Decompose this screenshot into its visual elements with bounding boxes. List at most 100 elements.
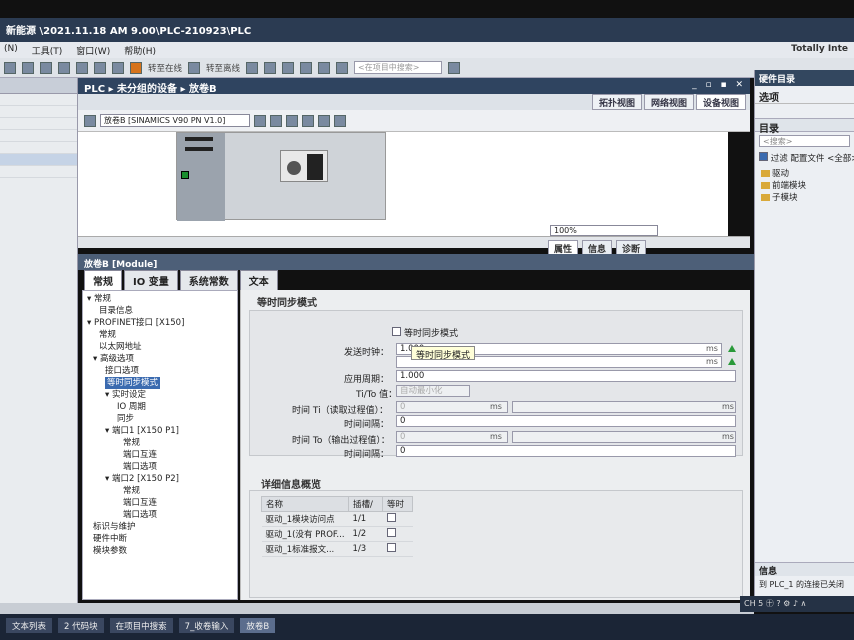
tab-device-view[interactable]: 设备视图 (695, 94, 746, 110)
nav-item[interactable]: 模块参数 (85, 545, 235, 557)
options-header[interactable]: 选项 (755, 86, 854, 104)
task-winder-input[interactable]: 7_收卷输入 (178, 618, 235, 633)
zoom-select[interactable]: 100% (550, 225, 658, 236)
column-header-name[interactable]: 名称 (260, 496, 350, 512)
goto-arrow-icon[interactable] (728, 358, 736, 365)
menu-item-help[interactable]: 帮助(H) (124, 44, 156, 57)
tree-row[interactable] (0, 94, 77, 106)
nav-item[interactable]: ▾ 实时设定 (85, 389, 235, 401)
go-offline-button[interactable]: 转至离线 (206, 62, 240, 74)
catalog-item[interactable]: 驱动 (755, 166, 854, 179)
table-icon[interactable] (318, 114, 330, 127)
row-iso-checkbox[interactable] (382, 541, 413, 557)
download-icon[interactable] (94, 61, 106, 74)
show-modules-icon[interactable] (270, 114, 282, 127)
servo-drive-icon[interactable] (280, 150, 328, 182)
filter-checkbox[interactable] (759, 152, 768, 161)
nav-item[interactable]: 端口选项 (85, 509, 235, 521)
task-unwinder-b[interactable]: 放卷B (240, 618, 276, 633)
device-selector[interactable]: 放卷B [SINAMICS V90 PN V1.0] (100, 114, 250, 127)
upload-icon[interactable] (112, 61, 124, 74)
goto-arrow-icon[interactable] (728, 345, 736, 352)
stop-cpu-icon[interactable] (282, 61, 295, 74)
tree-row-selected[interactable] (0, 154, 77, 166)
go-online-icon[interactable] (130, 61, 142, 74)
copy-icon[interactable] (40, 61, 52, 74)
tab-network-view[interactable]: 网络视图 (643, 94, 694, 110)
task-project-search[interactable]: 在项目中搜索 (109, 618, 173, 633)
ti-interval-field[interactable]: 0 (396, 415, 736, 427)
go-online-button[interactable]: 转至在线 (148, 62, 182, 74)
task-code-block[interactable]: 2 代码块 (58, 618, 104, 633)
catalog-search-input[interactable]: <搜索> (759, 135, 850, 147)
nav-item[interactable]: 端口互连 (85, 497, 235, 509)
split-h-icon[interactable] (318, 61, 331, 74)
go-offline-icon[interactable] (188, 61, 201, 74)
to-interval-field[interactable]: 0 (396, 445, 736, 457)
device-rack[interactable] (176, 132, 386, 221)
print-icon[interactable] (22, 61, 34, 74)
row-iso-checkbox[interactable] (382, 511, 413, 527)
nav-item[interactable]: 同步 (85, 413, 235, 425)
tree-row[interactable] (0, 130, 77, 142)
task-text-list[interactable]: 文本列表 (6, 618, 53, 633)
device-canvas[interactable]: 100% (78, 132, 728, 236)
menu-item-tools[interactable]: 工具(T) (32, 44, 63, 57)
column-header-slot[interactable]: 插槽/ (348, 496, 384, 512)
tab-topology-view[interactable]: 拓扑视图 (591, 94, 642, 110)
nav-item[interactable]: ▾ PROFINET接口 [X150] (85, 317, 235, 329)
config-file-select[interactable]: <全部> (827, 154, 854, 164)
tab-general[interactable]: 常规 (84, 270, 122, 290)
tab-texts[interactable]: 文本 (239, 270, 278, 290)
table-row[interactable]: 驱动_1模块访问点 1/1 (261, 511, 413, 527)
catalog-item[interactable]: 子模块 (755, 190, 854, 203)
nav-item[interactable]: 常规 (85, 329, 235, 341)
menu-item-n[interactable]: (N) (4, 44, 18, 56)
tree-row[interactable] (0, 106, 77, 118)
canvas-scrollbar[interactable] (78, 236, 750, 248)
grid-icon[interactable] (302, 114, 314, 127)
cross-ref-icon[interactable] (300, 61, 313, 74)
nav-item[interactable]: ▾ 端口1 [X150 P1] (85, 425, 235, 437)
ti-to-select[interactable]: 自动最小化 (396, 385, 470, 397)
zoom-icon[interactable] (334, 114, 346, 127)
app-cycle-select[interactable]: 1.000 (396, 370, 736, 382)
nav-item[interactable]: ▾ 端口2 [X150 P2] (85, 473, 235, 485)
column-header-iso[interactable]: 等时 (382, 496, 414, 512)
nav-item[interactable]: ▾ 高级选项 (85, 353, 235, 365)
compile-icon[interactable] (76, 61, 88, 74)
tab-system-constants[interactable]: 系统常数 (179, 270, 238, 290)
nav-item[interactable]: 标识与维护 (85, 521, 235, 533)
accessible-devices-icon[interactable] (246, 61, 259, 74)
edit-icon[interactable] (286, 114, 298, 127)
editor-window-controls[interactable]: _ ▫ ▪ ✕ (692, 80, 746, 90)
catalog-header[interactable]: 目录 (755, 118, 854, 135)
tree-row[interactable] (0, 142, 77, 154)
nav-item[interactable]: 等时同步模式 (85, 377, 235, 389)
binoculars-icon[interactable] (448, 61, 461, 74)
table-row[interactable]: 驱动_1标准报文... 1/3 (261, 541, 413, 557)
nav-item[interactable]: 目录信息 (85, 305, 235, 317)
nav-item[interactable]: IO 周期 (85, 401, 235, 413)
row-iso-checkbox[interactable] (382, 526, 413, 542)
menu-item-window[interactable]: 窗口(W) (76, 44, 110, 57)
nav-item[interactable]: 端口选项 (85, 461, 235, 473)
info-header[interactable]: 信息 (755, 562, 854, 577)
paste-icon[interactable] (58, 61, 70, 74)
tree-row[interactable] (0, 166, 77, 178)
table-row[interactable]: 驱动_1(没有 PROF... 1/2 (261, 526, 413, 542)
split-v-icon[interactable] (336, 61, 349, 74)
nav-item[interactable]: 以太网地址 (85, 341, 235, 353)
tree-row[interactable] (0, 118, 77, 130)
catalog-item[interactable]: 前端模块 (755, 178, 854, 191)
nav-item[interactable]: 端口互连 (85, 449, 235, 461)
isochronous-checkbox[interactable] (392, 327, 401, 336)
nav-item[interactable]: 常规 (85, 485, 235, 497)
start-cpu-icon[interactable] (264, 61, 277, 74)
device-props-icon[interactable] (254, 114, 266, 127)
save-icon[interactable] (4, 61, 16, 74)
project-search-input[interactable]: <在项目中搜索> (354, 61, 443, 74)
tab-io-tags[interactable]: IO 变量 (124, 270, 178, 290)
nav-item[interactable]: 接口选项 (85, 365, 235, 377)
nav-item[interactable]: ▾ 常规 (85, 293, 235, 305)
